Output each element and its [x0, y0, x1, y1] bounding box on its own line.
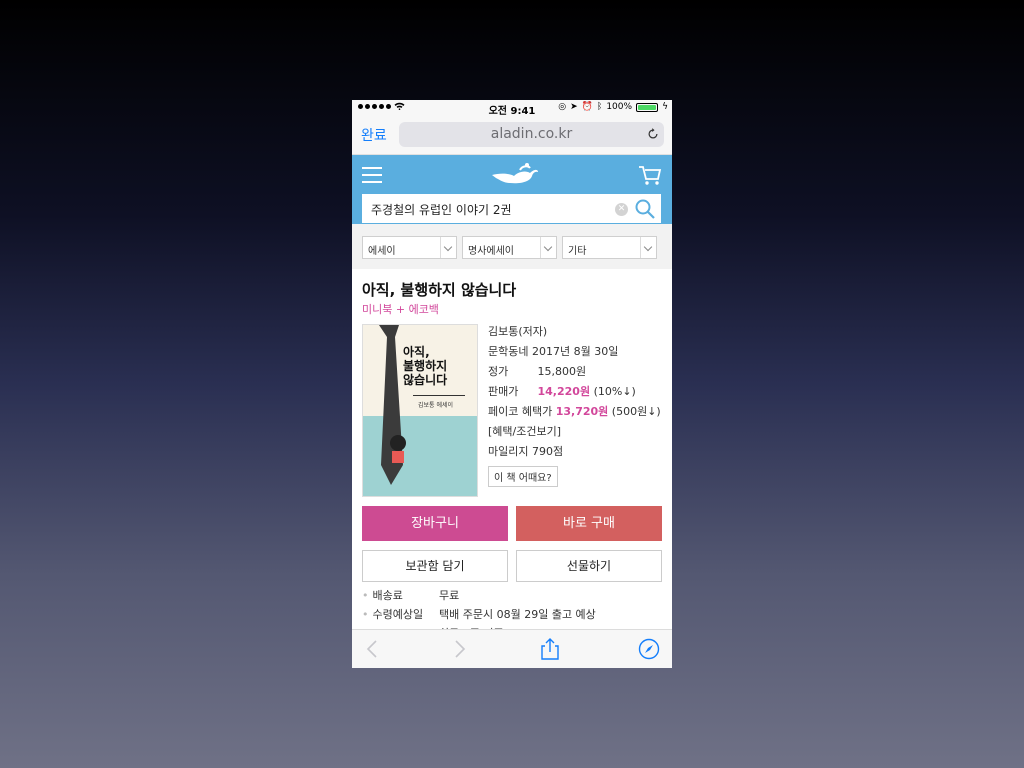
- mileage-row: 마일리지 790점: [488, 445, 564, 458]
- product-gift-subtitle[interactable]: 미니북 + 에코백: [362, 301, 439, 317]
- book-cover-image[interactable]: 아직, 불행하지 않습니다 김보통 에세이: [362, 324, 478, 497]
- author[interactable]: 김보통(저자): [488, 324, 661, 344]
- payco-price-row: 페이코 혜택가 13,720원 (500원↓): [488, 405, 661, 418]
- site-header: 주경철의 유럽인 이야기 2권 ✕: [352, 155, 672, 224]
- shipping-row: • 배송료 무료: [362, 589, 460, 602]
- keep-button[interactable]: 보관함 담기: [362, 550, 508, 582]
- chevron-down-icon: [440, 237, 456, 258]
- clear-icon[interactable]: ✕: [615, 203, 628, 216]
- cover-author: 김보통 에세이: [418, 402, 454, 409]
- safari-url-bar: 완료 aladin.co.kr: [352, 116, 672, 155]
- back-icon[interactable]: [362, 638, 384, 660]
- product-title: 아직, 불행하지 않습니다: [362, 281, 517, 299]
- benefit-link[interactable]: [혜택/조건보기]: [488, 424, 661, 444]
- share-icon[interactable]: [539, 638, 561, 660]
- how-about-book-button[interactable]: 이 책 어때요?: [488, 466, 558, 487]
- product-info: 김보통(저자) 문학동네 2017년 8월 30일 정가 15,800원 판매가…: [488, 324, 661, 487]
- safari-toolbar: [352, 629, 672, 668]
- chevron-down-icon: [640, 237, 656, 258]
- buy-now-button[interactable]: 바로 구매: [516, 506, 662, 541]
- category-filters: 에세이 명사에세이 기타: [352, 224, 672, 269]
- menu-icon[interactable]: [362, 167, 382, 183]
- phone-screen: 오전 9:41 ◎ ➤ ⏰ ᛒ 100% ϟ 완료 aladin.co.kr 주…: [352, 100, 672, 668]
- battery-percent: 100%: [606, 102, 633, 112]
- cover-title: 아직, 불행하지 않습니다: [403, 345, 448, 387]
- add-to-cart-button[interactable]: 장바구니: [362, 506, 508, 541]
- status-right: ◎ ➤ ⏰ ᛒ 100% ϟ: [558, 102, 668, 112]
- category-select-3[interactable]: 기타: [562, 236, 657, 259]
- done-button[interactable]: 완료: [361, 125, 387, 145]
- category-select-2[interactable]: 명사에세이: [462, 236, 557, 259]
- search-input[interactable]: 주경철의 유럽인 이야기 2권 ✕: [362, 194, 661, 223]
- sale-price-row: 판매가 14,220원 (10%↓): [488, 385, 636, 398]
- category-select-1-value: 에세이: [368, 246, 396, 257]
- cart-icon[interactable]: [638, 163, 662, 187]
- search-icon[interactable]: [634, 198, 656, 220]
- status-bar: 오전 9:41 ◎ ➤ ⏰ ᛒ 100% ϟ: [352, 100, 672, 117]
- category-select-1[interactable]: 에세이: [362, 236, 457, 259]
- address-field[interactable]: aladin.co.kr: [399, 122, 664, 147]
- publisher-date: 문학동네 2017년 8월 30일: [488, 345, 619, 358]
- search-query-text: 주경철의 유럽인 이야기 2권: [371, 203, 512, 217]
- lock-rotation-icon: ◎: [558, 102, 567, 112]
- charging-icon: ϟ: [662, 102, 668, 112]
- list-price-row: 정가 15,800원: [488, 365, 587, 378]
- location-icon: ➤: [570, 102, 578, 112]
- genie-lamp-logo[interactable]: [490, 161, 540, 187]
- forward-icon[interactable]: [448, 638, 470, 660]
- chevron-down-icon: [540, 237, 556, 258]
- battery-icon: [636, 102, 659, 112]
- bluetooth-icon: ᛒ: [596, 102, 603, 112]
- category-select-2-value: 명사에세이: [468, 246, 514, 257]
- bookmarks-compass-icon[interactable]: [638, 638, 660, 660]
- shipping-row: • 수령예상일 택배 주문시 08월 29일 출고 예상: [362, 608, 596, 621]
- reload-icon[interactable]: [646, 127, 660, 141]
- alarm-icon: ⏰: [581, 102, 593, 112]
- gift-button[interactable]: 선물하기: [516, 550, 662, 582]
- category-select-3-value: 기타: [568, 246, 587, 257]
